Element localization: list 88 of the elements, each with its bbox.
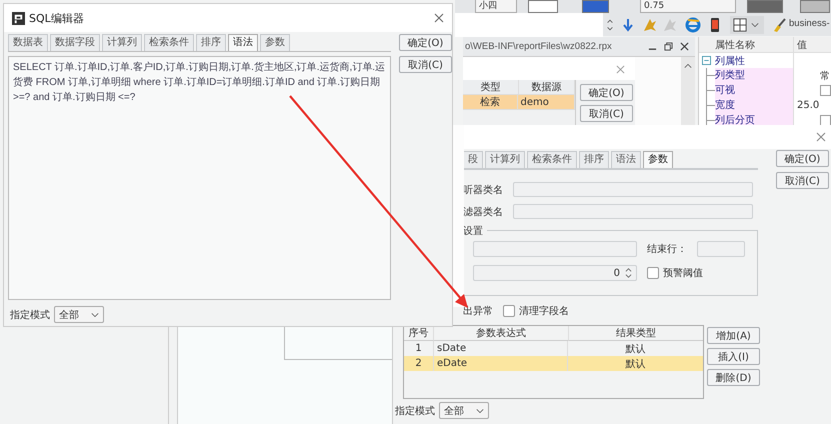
close-icon[interactable] xyxy=(680,42,689,51)
dialog-button[interactable]: 确定(O) xyxy=(580,84,633,101)
tab[interactable]: 参数 xyxy=(643,151,673,168)
table-button[interactable]: 删除(D) xyxy=(707,369,760,386)
field-label: 滤器类名 xyxy=(463,206,504,218)
tab[interactable]: 排序 xyxy=(579,151,609,168)
table-button[interactable]: 插入(I) xyxy=(707,348,760,365)
caret-icon xyxy=(476,406,484,414)
group-title: 设置 xyxy=(463,224,487,238)
column-header: 结果类型 xyxy=(569,326,703,341)
input-field[interactable] xyxy=(455,13,603,37)
input-field[interactable] xyxy=(697,241,745,257)
table-cell: demo xyxy=(518,95,575,110)
brush-icon[interactable] xyxy=(771,17,787,33)
datasource-label: business- xyxy=(789,18,830,29)
font-size-combo[interactable]: 小四 xyxy=(475,0,517,13)
table-cell-text: 默认 xyxy=(624,342,646,356)
mode-label: 指定模式 xyxy=(10,308,50,322)
checkbox[interactable] xyxy=(503,305,515,317)
tab[interactable]: 参数 xyxy=(260,34,290,51)
sql-text: SELECT 订单.订单ID,订单.客户ID,订单.订购日期,订单.货主地区,订单.运货商,订单.运货费 FROM 订单,订单明细 where 订单.订单ID=订单明细.订单ID and 订单.订购日期 >=? and 订单.订购日期 <=? xyxy=(13,62,386,103)
mode-label: 指定模式 xyxy=(395,404,435,418)
tab[interactable]: 检索条件 xyxy=(144,34,194,51)
property-name: 宽度 xyxy=(715,98,794,114)
caret-icon xyxy=(751,21,759,29)
dialog-button[interactable]: 确定(O) xyxy=(776,150,829,167)
column-header: 属性名称 xyxy=(715,37,794,52)
color-swatch[interactable] xyxy=(800,0,830,13)
field-label: 结束行： xyxy=(647,242,687,256)
line-width-combo[interactable]: 0.75 xyxy=(640,0,736,13)
table-cell: 2 xyxy=(404,356,434,371)
dialog-button[interactable]: 取消(C) xyxy=(399,56,452,73)
dialog-button[interactable]: 取消(C) xyxy=(580,105,633,122)
tab[interactable]: 数据表 xyxy=(8,34,48,51)
tab[interactable]: 排序 xyxy=(196,34,226,51)
restore-icon[interactable] xyxy=(664,42,673,51)
property-value[interactable]: 25.0 xyxy=(797,100,820,111)
window-title: o\WEB-INF\reportFiles\wz0822.rpx xyxy=(465,41,612,52)
spinner-icon[interactable] xyxy=(625,267,632,279)
scrollbar[interactable] xyxy=(681,57,695,125)
checkbox[interactable] xyxy=(647,267,659,279)
app-icon xyxy=(12,12,25,24)
table-cell: 检索 xyxy=(463,95,518,110)
dialog-button[interactable]: 取消(C) xyxy=(776,172,829,189)
tab[interactable]: 检索条件 xyxy=(527,151,577,168)
option-label: 出异常 xyxy=(463,304,493,318)
color-swatch[interactable] xyxy=(528,0,558,13)
checkbox-label: 清理字段名 xyxy=(519,304,569,318)
splitter[interactable] xyxy=(168,326,178,424)
table-row[interactable]: 检索 demo xyxy=(463,95,575,110)
checkbox[interactable] xyxy=(820,85,831,96)
caret-icon xyxy=(91,310,99,318)
column-header: 值 xyxy=(796,38,808,52)
globe-icon[interactable] xyxy=(685,17,701,33)
color-swatch[interactable] xyxy=(747,0,783,13)
window-title: SQL编辑器 xyxy=(29,10,84,26)
tab[interactable]: 计算列 xyxy=(102,34,142,51)
property-name: 列类型 xyxy=(715,68,794,84)
close-icon[interactable] xyxy=(816,132,826,142)
tab[interactable]: 语法 xyxy=(228,34,258,51)
spinner-field[interactable]: 0 xyxy=(473,265,637,281)
spinner-icon[interactable] xyxy=(605,17,615,33)
table-cell-text: 默认 xyxy=(624,358,646,371)
tab[interactable]: 数据字段 xyxy=(50,34,100,51)
input-field[interactable] xyxy=(473,241,637,257)
table-button[interactable]: 增加(A) xyxy=(707,327,760,344)
input-field[interactable] xyxy=(513,204,753,219)
color-swatch[interactable] xyxy=(582,0,609,13)
table-row[interactable]: 2 eDate 默认 xyxy=(404,356,703,371)
mode-select[interactable]: 全部 xyxy=(439,402,489,419)
tab[interactable]: 语法 xyxy=(611,151,641,168)
border-combo[interactable] xyxy=(730,16,764,34)
property-name: 可视 xyxy=(715,82,794,98)
collapse-icon[interactable] xyxy=(702,56,711,65)
close-icon[interactable] xyxy=(434,13,444,23)
mode-select[interactable]: 全部 xyxy=(54,306,104,323)
grid-icon xyxy=(733,18,747,32)
column-header: 类型 xyxy=(463,80,519,95)
table-cell: eDate xyxy=(434,356,568,371)
checkbox-label: 预警阈值 xyxy=(663,267,703,280)
tab[interactable]: 段 xyxy=(463,151,483,168)
checkbox[interactable] xyxy=(820,115,831,126)
dialog-button[interactable]: 确定(O) xyxy=(399,34,452,51)
tab[interactable]: 计算列 xyxy=(485,151,525,168)
input-field[interactable] xyxy=(513,182,753,197)
sql-text-area[interactable]: SELECT 订单.订单ID,订单.客户ID,订单.订购日期,订单.货主地区,订单.运货商,订单.运货费 FROM 订单,订单明细 where 订单.订单ID=订单明细.订单ID and 订单.订购日期 >=? and 订单.订购日期 <=? xyxy=(8,56,391,300)
property-value[interactable]: 常 xyxy=(820,68,830,82)
column-header: 数据源 xyxy=(519,80,575,95)
